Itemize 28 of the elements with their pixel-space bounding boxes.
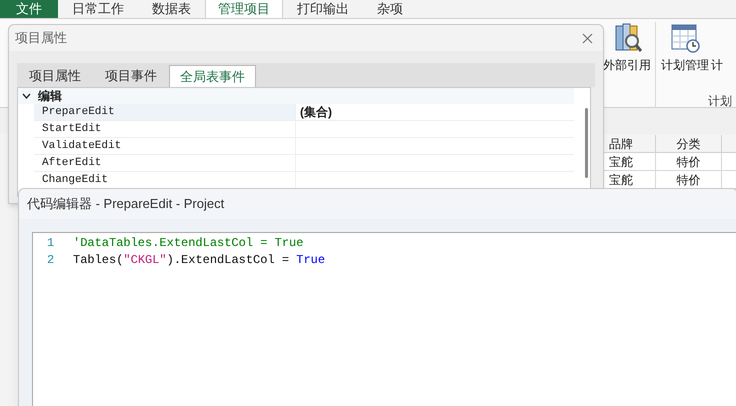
- dialog-tab[interactable]: 全局表事件: [169, 65, 256, 87]
- code-line: Tables("CKGL").ExtendLastCol = True: [73, 252, 326, 269]
- ribbon-tab[interactable]: 日常工作: [58, 0, 138, 18]
- close-icon[interactable]: [582, 32, 593, 44]
- ribbon-tab[interactable]: 数据表: [138, 0, 205, 18]
- ribbon-tab[interactable]: 文件: [0, 0, 58, 18]
- ribbon-tab[interactable]: 杂项: [363, 0, 417, 18]
- ribbon-button[interactable]: 外部引用: [603, 22, 651, 74]
- category-label: 编辑: [38, 88, 62, 105]
- property-name[interactable]: PrepareEdit: [34, 104, 296, 120]
- ribbon-button[interactable]: 计: [711, 22, 723, 74]
- scrollbar-thumb[interactable]: [585, 108, 588, 178]
- table-cell: 特价: [656, 153, 722, 170]
- ribbon-tab[interactable]: 管理项目: [205, 0, 283, 18]
- group-label: 计划: [708, 93, 732, 110]
- dialog-tab[interactable]: 项目事件: [93, 65, 169, 87]
- code-line: 'DataTables.ExtendLastCol = True: [73, 235, 304, 252]
- ribbon-button[interactable]: 计划管理: [661, 22, 709, 74]
- property-value: (集合): [300, 105, 332, 119]
- line-number: 2: [46, 252, 56, 269]
- dialog-tab[interactable]: 项目属性: [17, 65, 93, 87]
- column-header[interactable]: 分类: [656, 135, 722, 152]
- line-number: 1: [46, 235, 56, 252]
- code-area[interactable]: 1 'DataTables.ExtendLastCol = True 2 Tables("CKGL").ExtendLastCol = True: [32, 232, 736, 406]
- editor-title: 代码编辑器 - PrepareEdit - Project: [27, 195, 224, 214]
- ribbon-tab[interactable]: 打印输出: [283, 0, 363, 18]
- calendar-icon: [669, 22, 701, 54]
- dialog-title: 项目属性: [15, 29, 67, 48]
